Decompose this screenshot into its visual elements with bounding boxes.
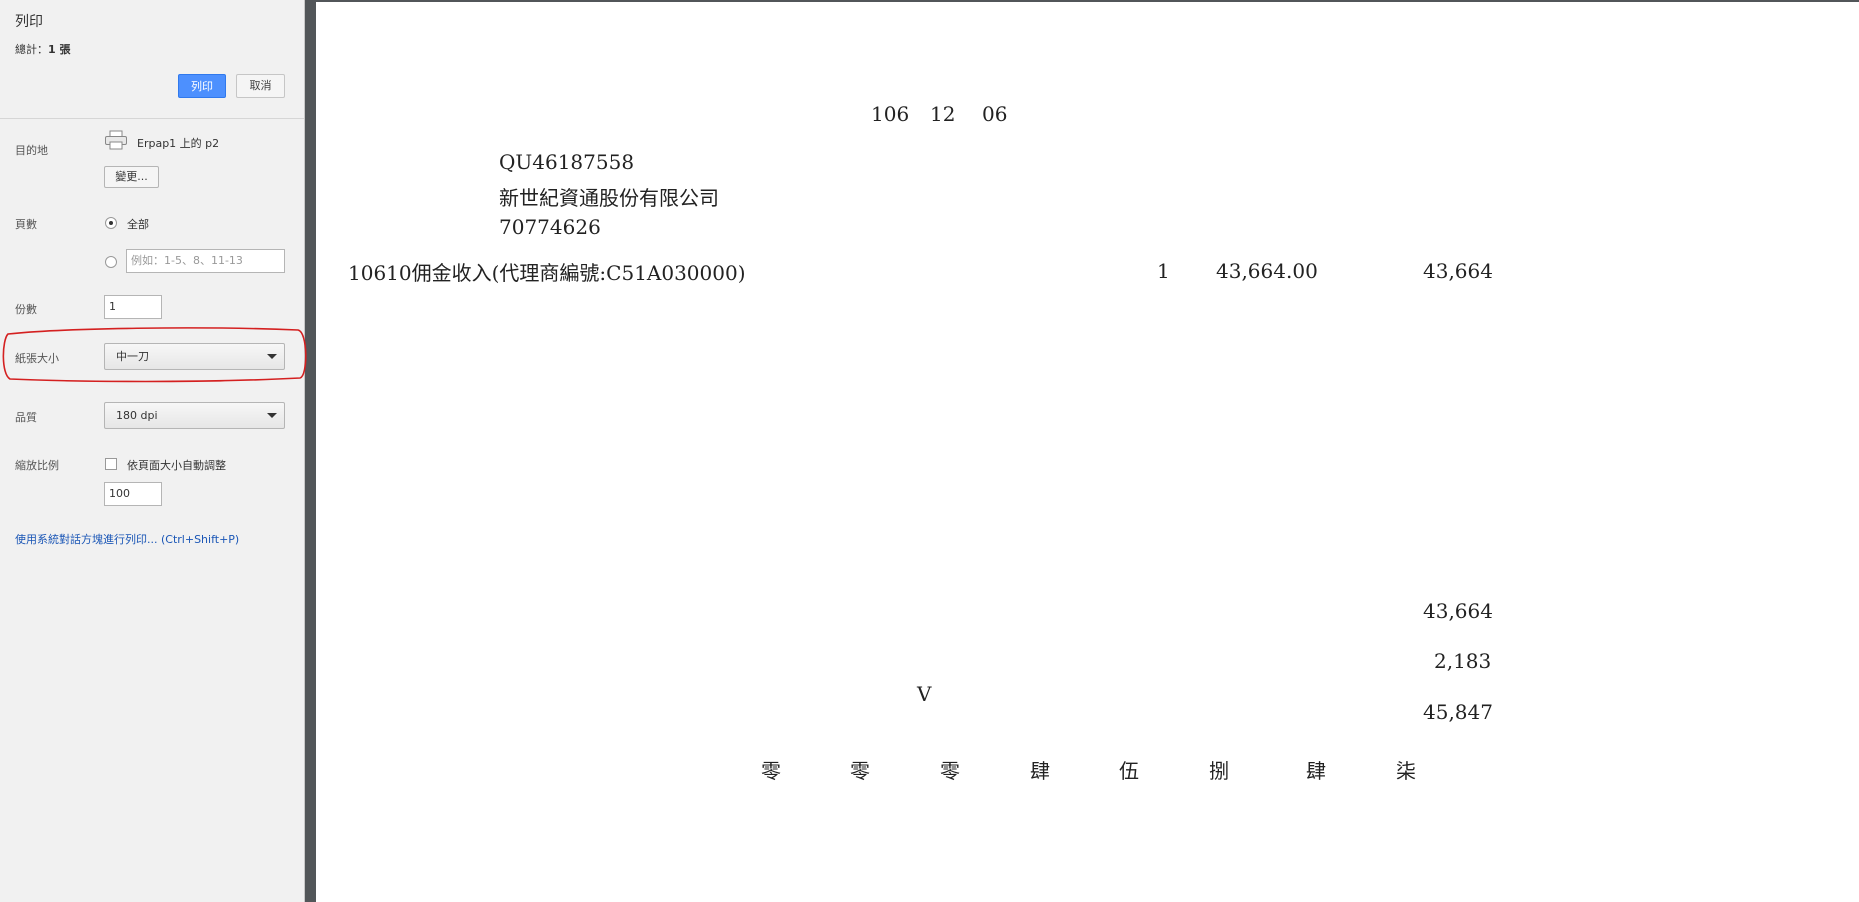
amount-word: 肆 (1306, 759, 1326, 783)
annotation-circle (2, 327, 307, 383)
pages-label: 頁數 (15, 218, 37, 231)
amount-word: 捌 (1209, 759, 1229, 783)
amount-word: 柒 (1396, 759, 1416, 783)
scale-input[interactable]: 100 (104, 482, 162, 506)
change-destination-button[interactable]: 變更... (104, 166, 159, 188)
amount-word: 零 (940, 759, 960, 783)
print-preview-page: 106 12 06 QU46187558 新世紀資通股份有限公司 7077462… (316, 2, 1859, 902)
item-quantity: 1 (1157, 259, 1170, 283)
total-label: 總計： (15, 43, 48, 56)
print-title: 列印 (15, 14, 43, 30)
printer-name: Erpap1 上的 p2 (137, 137, 220, 150)
copies-input[interactable]: 1 (104, 295, 162, 319)
invoice-code: QU46187558 (499, 150, 635, 174)
pages-all-radio[interactable] (105, 217, 117, 229)
tax-type-mark: V (917, 682, 932, 706)
scale-label: 縮放比例 (15, 459, 59, 472)
item-description: 10610佣金收入(代理商編號:C51A030000) (348, 261, 746, 285)
tax-id: 70774626 (499, 215, 601, 239)
date-day: 06 (982, 102, 1008, 126)
quality-select[interactable]: 180 dpi (104, 402, 285, 429)
print-settings-sidebar: 列印 總計：1 張 列印 取消 目的地 Erpap1 上的 p2 變更... 頁… (0, 0, 305, 902)
subtotal: 43,664 (1423, 599, 1493, 623)
sidebar-header: 列印 總計：1 張 列印 取消 (0, 0, 304, 119)
quality-value: 180 dpi (116, 409, 158, 422)
date-month: 12 (930, 102, 956, 126)
print-button[interactable]: 列印 (178, 74, 226, 98)
date-year: 106 (871, 102, 910, 126)
cancel-button[interactable]: 取消 (236, 74, 285, 98)
sheet-total: 總計：1 張 (15, 41, 70, 57)
copies-label: 份數 (15, 303, 37, 316)
tax-amount: 2,183 (1434, 649, 1492, 673)
amount-word: 零 (761, 759, 781, 783)
fit-to-page-label: 依頁面大小自動調整 (127, 459, 226, 472)
fit-to-page-checkbox[interactable] (105, 458, 117, 470)
amount-word: 零 (850, 759, 870, 783)
system-dialog-link[interactable]: 使用系統對話方塊進行列印... (Ctrl+Shift+P) (15, 531, 239, 547)
total-value: 1 張 (48, 43, 71, 56)
pages-all-label: 全部 (127, 218, 149, 231)
pages-custom-input[interactable]: 例如：1-5、8、11-13 (126, 249, 285, 273)
company-name: 新世紀資通股份有限公司 (499, 186, 719, 210)
quality-label: 品質 (15, 411, 37, 424)
chevron-down-icon (267, 413, 277, 418)
grand-total: 45,847 (1423, 700, 1493, 724)
amount-word: 肆 (1030, 759, 1050, 783)
destination-label: 目的地 (15, 144, 48, 157)
item-amount: 43,664 (1423, 259, 1493, 283)
pages-custom-radio[interactable] (105, 256, 117, 268)
amount-word: 伍 (1119, 759, 1139, 783)
item-unit-price: 43,664.00 (1216, 259, 1318, 283)
printer-icon (105, 130, 127, 150)
